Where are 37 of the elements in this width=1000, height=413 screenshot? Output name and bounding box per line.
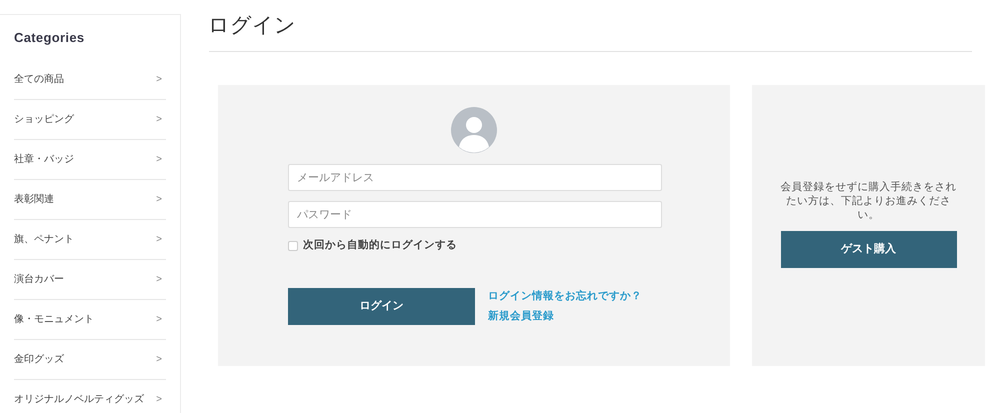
- chevron-icon: >: [156, 112, 162, 126]
- sidebar-title: Categories: [14, 29, 86, 47]
- password-field[interactable]: パスワード: [288, 201, 662, 228]
- category-item[interactable]: 金印グッズ >: [14, 340, 166, 380]
- category-label: 表彰関連: [14, 192, 54, 206]
- chevron-icon: >: [156, 312, 162, 326]
- email-field[interactable]: メールアドレス: [288, 164, 662, 191]
- category-item[interactable]: 旗、ペナント >: [14, 220, 166, 260]
- remember-checkbox[interactable]: [288, 240, 298, 251]
- category-label: 演台カバー: [14, 272, 64, 286]
- chevron-icon: >: [156, 152, 162, 166]
- chevron-icon: >: [156, 72, 162, 86]
- category-label: 全ての商品: [14, 72, 64, 86]
- chevron-icon: >: [156, 192, 162, 206]
- login-button[interactable]: ログイン: [288, 288, 475, 325]
- category-label: ショッピング: [14, 112, 74, 126]
- chevron-icon: >: [156, 352, 162, 366]
- chevron-icon: >: [156, 272, 162, 286]
- chevron-icon: >: [156, 232, 162, 246]
- category-item[interactable]: 全ての商品 >: [14, 60, 166, 100]
- category-item[interactable]: オリジナルノベルティグッズ >: [14, 380, 166, 413]
- category-item[interactable]: ショッピング >: [14, 100, 166, 140]
- category-label: 旗、ペナント: [14, 232, 74, 246]
- category-item[interactable]: 像・モニュメント >: [14, 300, 166, 340]
- page-title: ログイン: [208, 12, 296, 39]
- category-item[interactable]: 社章・バッジ >: [14, 140, 166, 180]
- guest-button[interactable]: ゲスト購入: [780, 231, 956, 268]
- category-label: 金印グッズ: [14, 352, 64, 366]
- category-item[interactable]: 演台カバー >: [14, 260, 166, 300]
- category-label: 社章・バッジ: [14, 152, 74, 166]
- avatar-icon: [451, 107, 497, 153]
- guest-message: 会員登録をせずに購入手続きをされたい方は、下記よりお進みください。: [780, 180, 958, 222]
- category-item[interactable]: 表彰関連 >: [14, 180, 166, 220]
- category-label: 像・モニュメント: [14, 312, 94, 326]
- chevron-icon: >: [156, 392, 162, 406]
- remember-label: 次回から自動的にログインする: [303, 238, 457, 253]
- category-label: オリジナルノベルティグッズ: [14, 392, 144, 406]
